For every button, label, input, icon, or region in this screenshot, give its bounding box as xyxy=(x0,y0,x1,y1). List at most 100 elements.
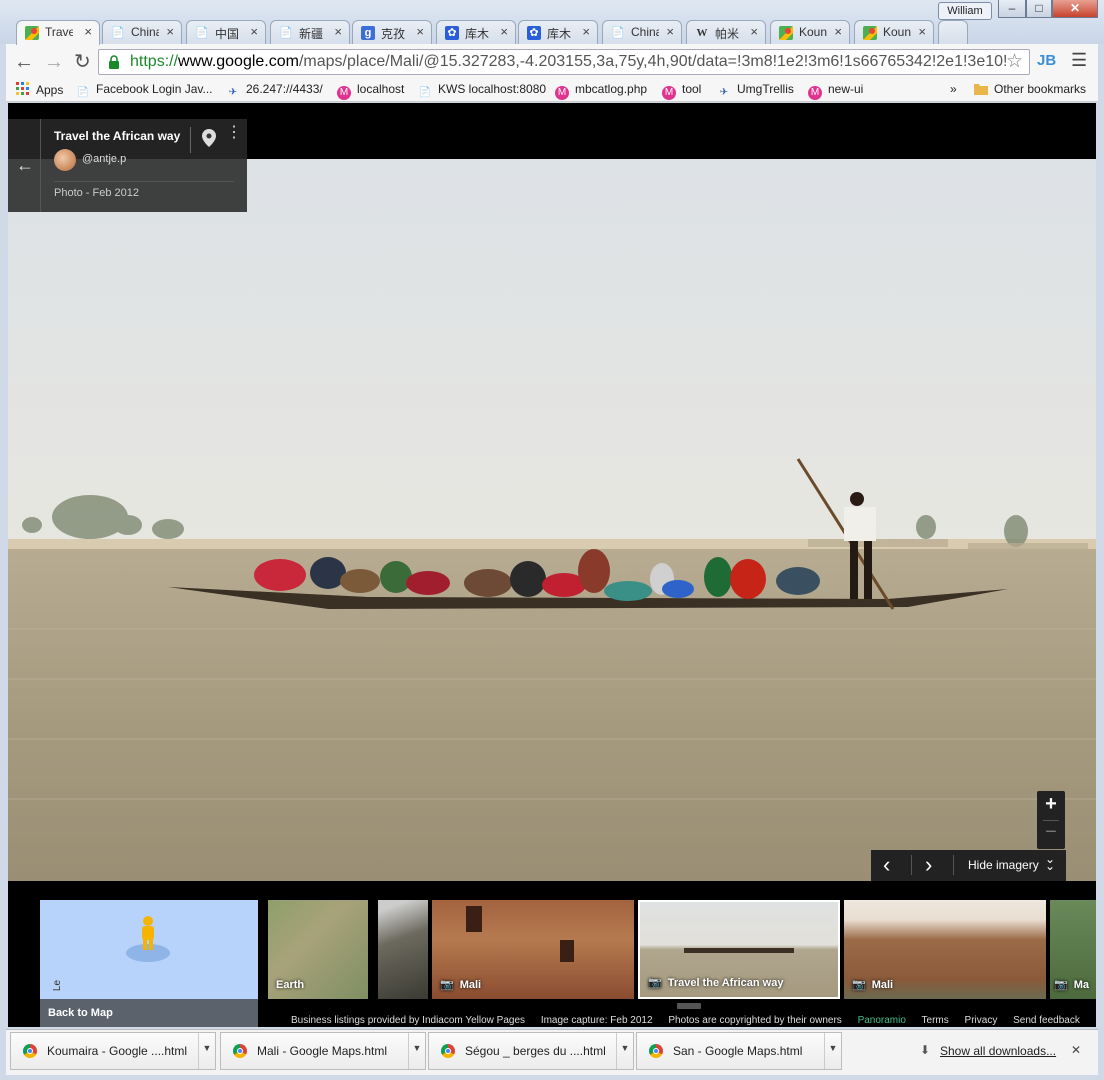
satellite-icon: ✈ xyxy=(719,87,729,98)
send-feedback-link[interactable]: Send feedback xyxy=(1013,1015,1080,1026)
reload-icon[interactable]: ↻ xyxy=(74,49,91,74)
hide-imagery-button[interactable]: Hide imagery xyxy=(968,858,1039,872)
chevron-down-icon[interactable]: ▼ xyxy=(616,1033,633,1069)
bookmark-mbcatlog[interactable]: Mmbcatlog.php xyxy=(555,82,647,100)
avatar[interactable] xyxy=(54,149,76,171)
back-arrow-icon[interactable]: ← xyxy=(14,51,34,74)
next-image-button[interactable]: › xyxy=(925,852,932,878)
camera-icon: 📷 xyxy=(852,979,866,991)
tab-close-icon[interactable]: × xyxy=(500,24,508,39)
thumb-label-text: Travel the African way xyxy=(667,977,784,989)
tab-close-icon[interactable]: × xyxy=(84,24,92,39)
wikipedia-icon: W xyxy=(696,27,708,39)
bookmark-kws-localhost[interactable]: 📄 KWS localhost:8080 xyxy=(418,82,546,100)
bookmark-umgtrellis[interactable]: ✈ UmgTrellis xyxy=(717,82,794,100)
star-icon[interactable]: ☆ xyxy=(1006,50,1023,73)
thumb-travel-the-african-way[interactable]: 📷 Travel the African way xyxy=(638,900,840,999)
profile-button[interactable]: William xyxy=(938,2,992,20)
tab-kumu-1[interactable]: ✿ 库木 × xyxy=(436,20,516,44)
photo-author[interactable]: @antje.p xyxy=(82,153,126,165)
thumb-mali-village[interactable]: 📷 Mali xyxy=(432,900,634,999)
m-badge-icon: M xyxy=(337,86,351,100)
page-icon: 📄 xyxy=(611,27,625,39)
chevron-down-icon[interactable]: ▼ xyxy=(198,1033,215,1069)
close-downloads-shelf-button[interactable]: ✕ xyxy=(1071,1043,1081,1057)
bookmark-apps[interactable]: Apps xyxy=(16,82,63,97)
tab-china[interactable]: 📄 China × xyxy=(102,20,182,44)
tab-china-2[interactable]: 📄 China × xyxy=(602,20,682,44)
tab-close-icon[interactable]: × xyxy=(166,24,174,39)
bookmark-new-ui[interactable]: Mnew-ui xyxy=(808,82,863,100)
zoom-in-button[interactable]: + xyxy=(1037,793,1065,816)
chevron-down-icon[interactable]: ▼ xyxy=(824,1033,841,1069)
tab-close-icon[interactable]: × xyxy=(750,24,758,39)
tab-kezi[interactable]: g 克孜 × xyxy=(352,20,432,44)
bookmark-satellite-link[interactable]: ✈ 26.247://4433/ xyxy=(226,82,323,100)
jetbrains-extension-icon[interactable]: JB xyxy=(1037,52,1056,69)
tab-active[interactable]: Trave × xyxy=(16,20,100,45)
download-item[interactable]: San - Google Maps.html ▼ xyxy=(636,1032,842,1070)
business-listings-text: Business listings provided by Indiacom Y… xyxy=(291,1015,526,1026)
panorama-photo[interactable] xyxy=(8,159,1096,881)
download-filename: Ségou _ berges du ....html xyxy=(465,1044,606,1058)
thumb-earth[interactable]: Earth xyxy=(268,900,368,999)
forward-arrow-icon[interactable]: → xyxy=(44,51,64,74)
tab-close-icon[interactable]: × xyxy=(250,24,258,39)
download-item[interactable]: Ségou _ berges du ....html ▼ xyxy=(428,1032,634,1070)
thumb-mali-partial[interactable]: 📷 Ma xyxy=(1050,900,1096,999)
privacy-link[interactable]: Privacy xyxy=(965,1015,998,1026)
bookmarks-overflow-button[interactable]: » xyxy=(950,82,957,96)
url-path: /maps/place/Mali/@15.327283,-4.203155,3a… xyxy=(298,53,1008,70)
tab-pami[interactable]: W 帕米 × xyxy=(686,20,766,44)
photo-title[interactable]: Travel the African way xyxy=(54,129,180,143)
download-arrow-icon: ⬇ xyxy=(920,1043,931,1057)
tab-close-icon[interactable]: × xyxy=(582,24,590,39)
thumb-waterfall[interactable] xyxy=(378,900,428,999)
double-chevron-down-icon[interactable]: ⌄ ⌄ xyxy=(1045,853,1055,872)
close-window-button[interactable]: ✕ xyxy=(1052,0,1098,18)
map-pin-icon[interactable] xyxy=(202,129,216,150)
show-all-downloads-link[interactable]: Show all downloads... xyxy=(940,1044,1056,1058)
tab-close-icon[interactable]: × xyxy=(334,24,342,39)
chrome-icon xyxy=(23,1044,37,1058)
tab-zhongguo[interactable]: 📄 中国 × xyxy=(186,20,266,44)
terms-link[interactable]: Terms xyxy=(922,1015,949,1026)
tab-title: China xyxy=(631,25,659,39)
download-item[interactable]: Mali - Google Maps.html ▼ xyxy=(220,1032,426,1070)
new-tab-button[interactable] xyxy=(938,20,968,44)
previous-image-button[interactable]: ‹ xyxy=(883,852,890,878)
thumb-decor xyxy=(560,940,574,962)
chrome-icon xyxy=(649,1044,663,1058)
zoom-out-button[interactable]: − xyxy=(1037,821,1065,844)
tab-close-icon[interactable]: × xyxy=(666,24,674,39)
tab-koun-1[interactable]: Koun × xyxy=(770,20,850,44)
bookmark-facebook-login[interactable]: 📄 Facebook Login Jav... xyxy=(76,82,213,100)
card-divider xyxy=(40,119,41,212)
tab-close-icon[interactable]: × xyxy=(416,24,424,39)
tab-close-icon[interactable]: × xyxy=(834,24,842,39)
other-bookmarks-folder[interactable]: Other bookmarks xyxy=(974,82,1086,97)
download-filename: Mali - Google Maps.html xyxy=(257,1044,388,1058)
bookmark-label: mbcatlog.php xyxy=(575,82,648,96)
bookmark-tool[interactable]: Mtool xyxy=(662,82,701,100)
back-to-map-tile[interactable]: Le Back to Map xyxy=(40,900,258,1027)
maximize-button[interactable]: □ xyxy=(1026,0,1052,18)
tab-koun-2[interactable]: Koun × xyxy=(854,20,934,44)
minimize-button[interactable]: – xyxy=(998,0,1026,18)
tab-title: 帕米 xyxy=(715,27,740,41)
m-badge-icon: M xyxy=(555,86,569,100)
lock-icon xyxy=(108,55,120,69)
page-icon: 📄 xyxy=(279,27,293,39)
thumb-mali-mosque[interactable]: 📷 Mali xyxy=(844,900,1046,999)
tab-kumu-2[interactable]: ✿ 库木 × xyxy=(518,20,598,44)
menu-icon[interactable]: ☰ xyxy=(1071,50,1087,71)
bookmark-localhost[interactable]: Mlocalhost xyxy=(337,82,404,100)
download-item[interactable]: Koumaira - Google ....html ▼ xyxy=(10,1032,216,1070)
filmstrip-scroll-handle[interactable] xyxy=(677,1003,701,1009)
back-arrow-icon[interactable]: ← xyxy=(16,155,34,176)
panoramio-logo[interactable]: Panoramio xyxy=(858,1015,906,1026)
chevron-down-icon[interactable]: ▼ xyxy=(408,1033,425,1069)
tab-close-icon[interactable]: × xyxy=(918,24,926,39)
tab-xinjiang[interactable]: 📄 新疆 × xyxy=(270,20,350,44)
more-options-icon[interactable]: ⋮ xyxy=(226,125,242,141)
